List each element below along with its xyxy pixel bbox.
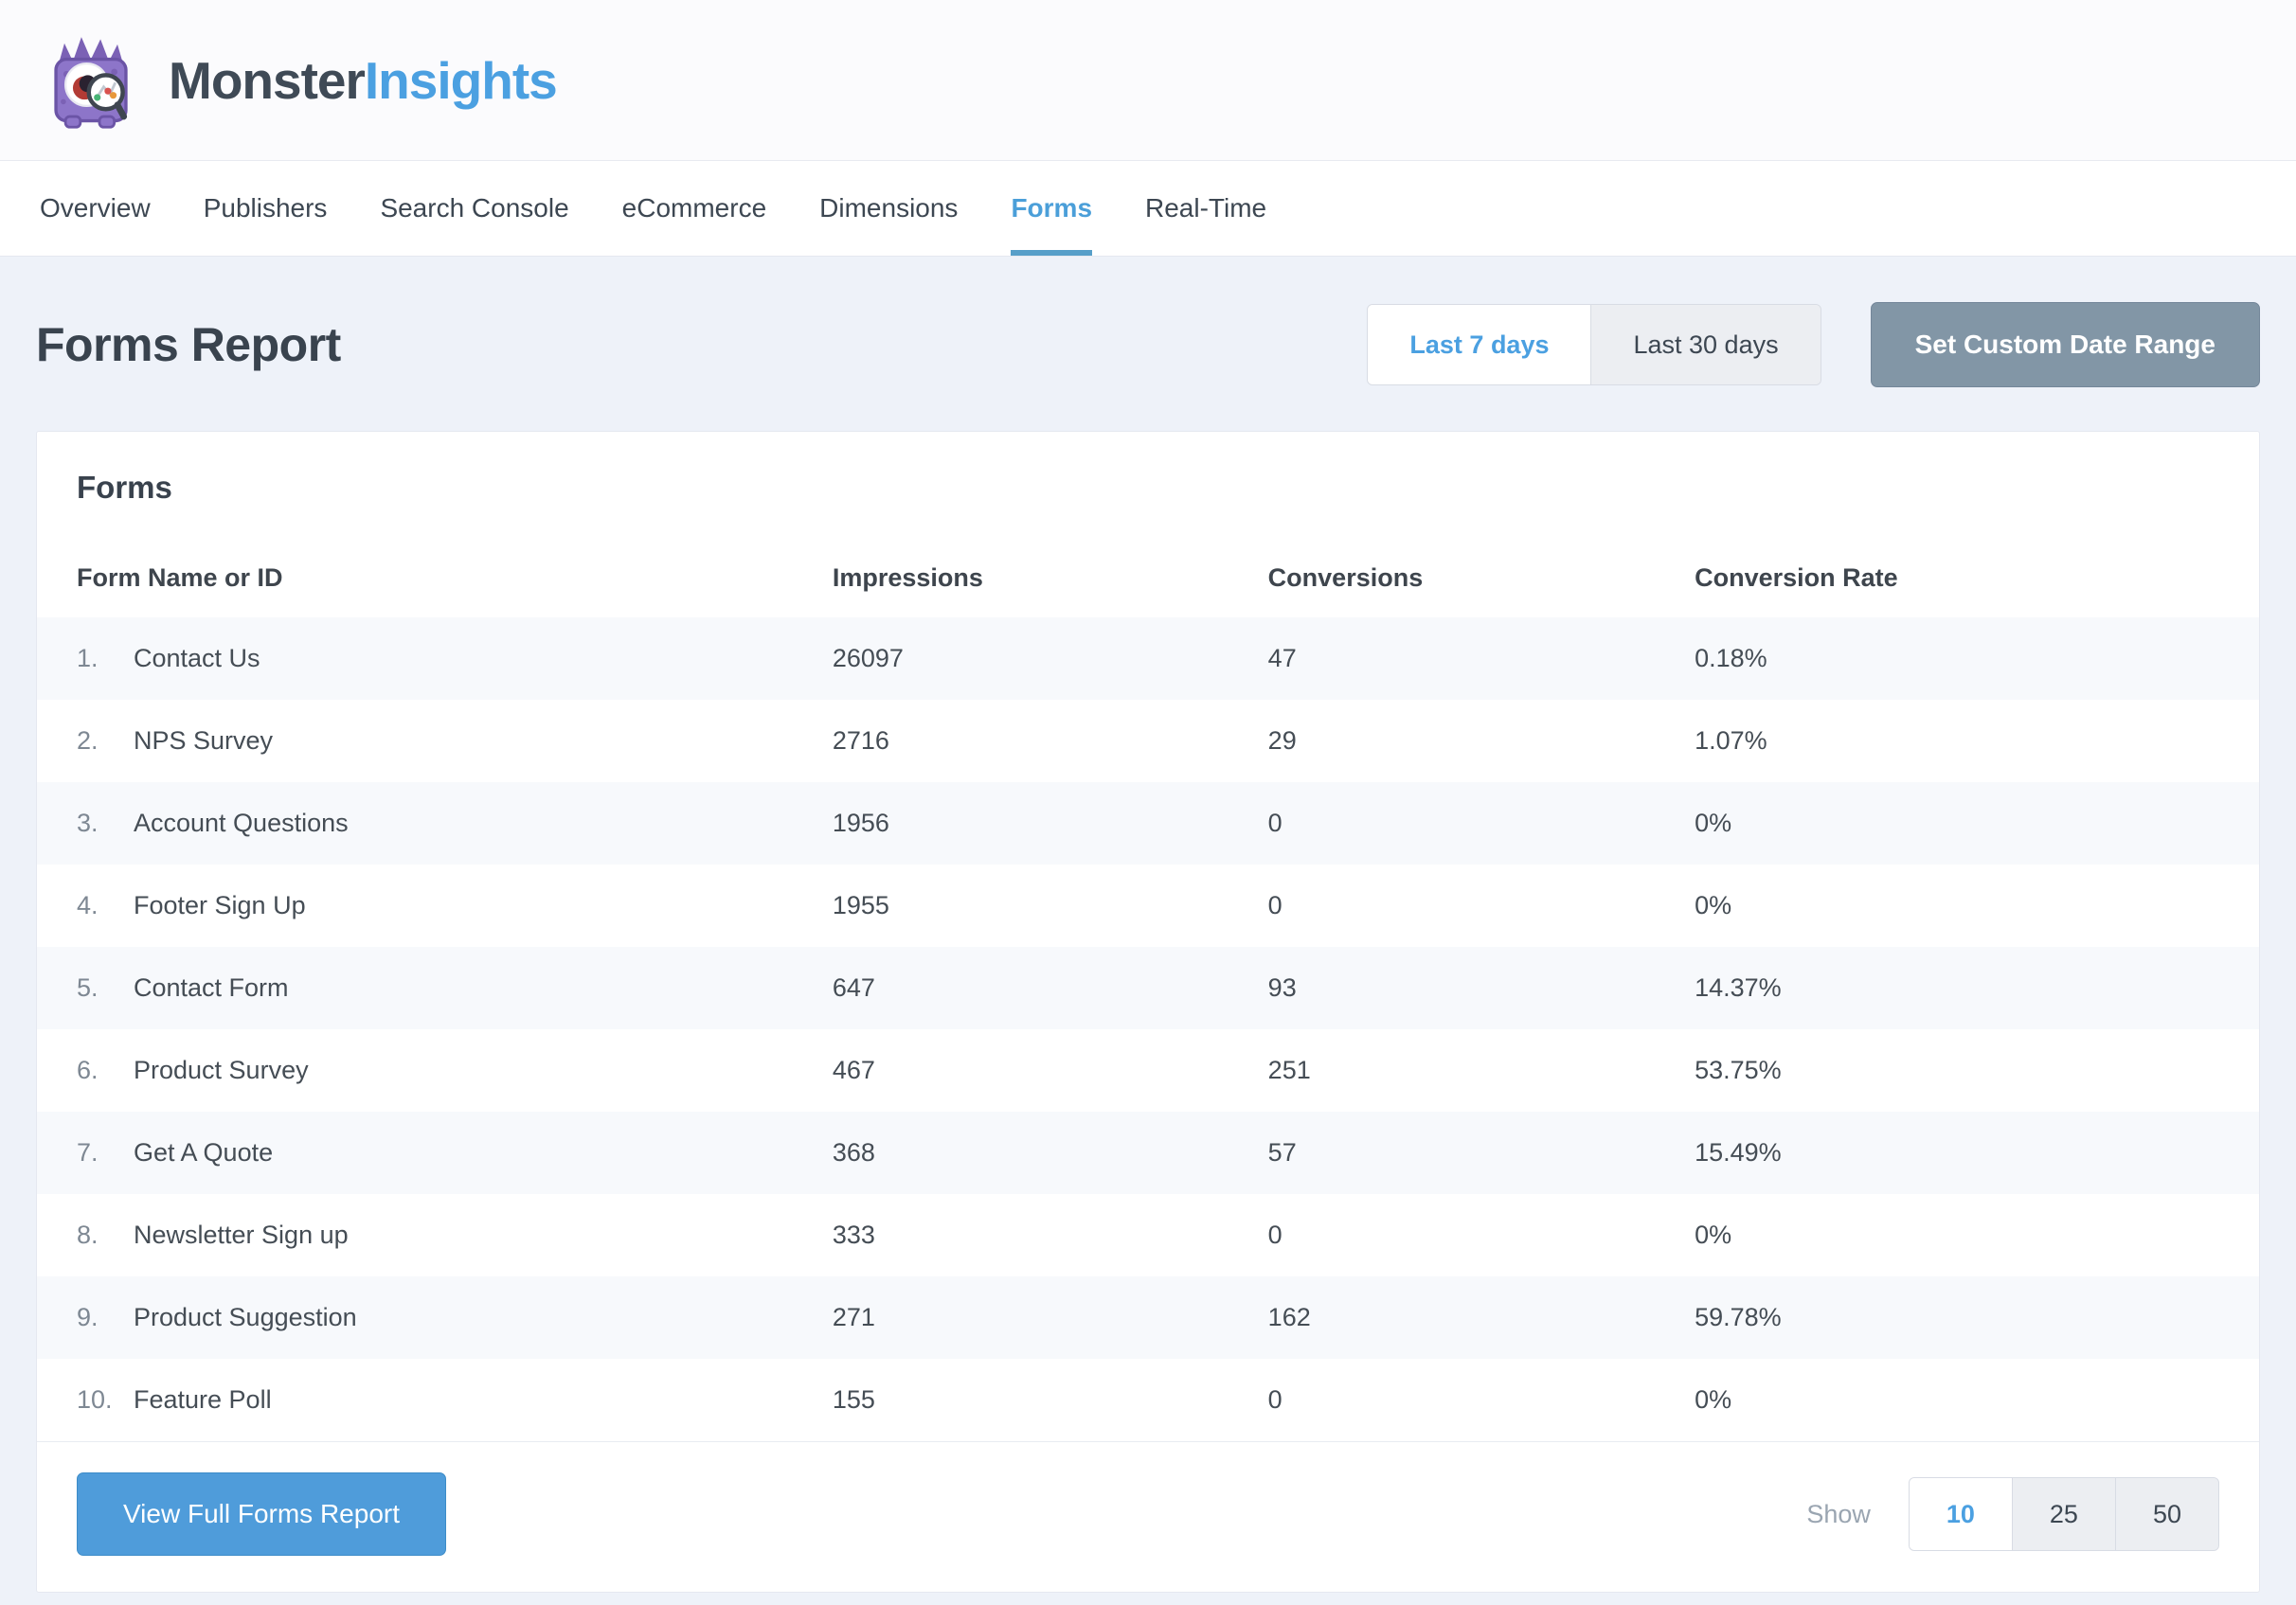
impressions-value: 271 (833, 1276, 1268, 1359)
card-footer: View Full Forms Report Show 10 25 50 (37, 1442, 2259, 1592)
row-rank: 6. (77, 1056, 134, 1085)
tab-forms[interactable]: Forms (1011, 161, 1092, 256)
row-rank: 8. (77, 1221, 134, 1250)
page-size-10-button[interactable]: 10 (1910, 1478, 2012, 1550)
table-row: 5.Contact Form 647 93 14.37% (37, 947, 2259, 1029)
form-name: Feature Poll (134, 1385, 272, 1414)
table-row: 10.Feature Poll 155 0 0% (37, 1359, 2259, 1441)
conversions-value: 47 (1268, 617, 1695, 700)
column-header-form-name: Form Name or ID (37, 538, 833, 617)
table-row: 2.NPS Survey 2716 29 1.07% (37, 700, 2259, 782)
conversion-rate-value: 53.75% (1695, 1029, 2259, 1112)
conversions-value: 57 (1268, 1112, 1695, 1194)
form-name: NPS Survey (134, 726, 273, 755)
conversion-rate-value: 15.49% (1695, 1112, 2259, 1194)
row-rank: 1. (77, 644, 134, 673)
table-row: 6.Product Survey 467 251 53.75% (37, 1029, 2259, 1112)
conversion-rate-value: 14.37% (1695, 947, 2259, 1029)
impressions-value: 2716 (833, 700, 1268, 782)
row-rank: 7. (77, 1138, 134, 1168)
row-rank: 2. (77, 726, 134, 756)
last-30-days-button[interactable]: Last 30 days (1590, 305, 1820, 384)
row-rank: 9. (77, 1303, 134, 1332)
page-size-50-button[interactable]: 50 (2115, 1478, 2218, 1550)
report-nav: Overview Publishers Search Console eComm… (0, 161, 2296, 257)
tab-publishers[interactable]: Publishers (204, 161, 328, 256)
conversion-rate-value: 0% (1695, 865, 2259, 947)
tab-overview[interactable]: Overview (40, 161, 151, 256)
impressions-value: 26097 (833, 617, 1268, 700)
form-name: Footer Sign Up (134, 891, 306, 919)
table-header-row: Form Name or ID Impressions Conversions … (37, 538, 2259, 617)
page-title: Forms Report (36, 317, 341, 372)
conversion-rate-value: 0% (1695, 1194, 2259, 1276)
table-row: 1.Contact Us 26097 47 0.18% (37, 617, 2259, 700)
monsterinsights-logo: MonsterInsights (38, 27, 557, 134)
tab-real-time[interactable]: Real-Time (1145, 161, 1266, 256)
brand-monster: Monster (169, 51, 365, 110)
conversions-value: 93 (1268, 947, 1695, 1029)
row-rank: 5. (77, 973, 134, 1003)
conversions-value: 29 (1268, 700, 1695, 782)
conversion-rate-value: 0% (1695, 1359, 2259, 1441)
form-name: Product Suggestion (134, 1303, 357, 1331)
form-name: Contact Form (134, 973, 289, 1002)
forms-table: Form Name or ID Impressions Conversions … (37, 538, 2259, 1441)
impressions-value: 647 (833, 947, 1268, 1029)
date-controls: Last 7 days Last 30 days Set Custom Date… (1367, 302, 2260, 387)
column-header-conversion-rate: Conversion Rate (1695, 538, 2259, 617)
forms-card-title: Forms (37, 432, 2259, 506)
monster-mascot-icon (38, 27, 144, 134)
conversion-rate-value: 0.18% (1695, 617, 2259, 700)
impressions-value: 333 (833, 1194, 1268, 1276)
table-row: 4.Footer Sign Up 1955 0 0% (37, 865, 2259, 947)
set-custom-date-range-button[interactable]: Set Custom Date Range (1871, 302, 2260, 387)
row-rank: 10. (77, 1385, 134, 1415)
conversions-value: 162 (1268, 1276, 1695, 1359)
impressions-value: 368 (833, 1112, 1268, 1194)
show-label: Show (1806, 1500, 1871, 1529)
form-name: Get A Quote (134, 1138, 273, 1167)
row-rank: 4. (77, 891, 134, 920)
page-size-controls: Show 10 25 50 (1806, 1477, 2219, 1551)
impressions-value: 1956 (833, 782, 1268, 865)
table-row: 8.Newsletter Sign up 333 0 0% (37, 1194, 2259, 1276)
site-header: MonsterInsights (0, 0, 2296, 161)
impressions-value: 467 (833, 1029, 1268, 1112)
conversions-value: 0 (1268, 865, 1695, 947)
form-name: Contact Us (134, 644, 260, 672)
page-size-25-button[interactable]: 25 (2012, 1478, 2115, 1550)
form-name: Product Survey (134, 1056, 309, 1084)
row-rank: 3. (77, 809, 134, 838)
conversions-value: 0 (1268, 782, 1695, 865)
conversion-rate-value: 59.78% (1695, 1276, 2259, 1359)
page-head: Forms Report Last 7 days Last 30 days Se… (36, 302, 2260, 387)
impressions-value: 155 (833, 1359, 1268, 1441)
form-name: Newsletter Sign up (134, 1221, 349, 1249)
tab-search-console[interactable]: Search Console (380, 161, 568, 256)
conversion-rate-value: 1.07% (1695, 700, 2259, 782)
column-header-impressions: Impressions (833, 538, 1268, 617)
tab-ecommerce[interactable]: eCommerce (622, 161, 766, 256)
view-full-forms-report-button[interactable]: View Full Forms Report (77, 1472, 446, 1556)
table-row: 3.Account Questions 1956 0 0% (37, 782, 2259, 865)
table-row: 9.Product Suggestion 271 162 59.78% (37, 1276, 2259, 1359)
report-content: Forms Report Last 7 days Last 30 days Se… (0, 302, 2296, 1593)
last-7-days-button[interactable]: Last 7 days (1368, 305, 1590, 384)
column-header-conversions: Conversions (1268, 538, 1695, 617)
table-row: 7.Get A Quote 368 57 15.49% (37, 1112, 2259, 1194)
brand-name: MonsterInsights (169, 50, 557, 111)
conversions-value: 251 (1268, 1029, 1695, 1112)
form-name: Account Questions (134, 809, 349, 837)
date-range-toggle: Last 7 days Last 30 days (1367, 304, 1821, 385)
conversions-value: 0 (1268, 1359, 1695, 1441)
forms-card: Forms Form Name or ID Impressions Conver… (36, 431, 2260, 1593)
tab-dimensions[interactable]: Dimensions (819, 161, 958, 256)
conversion-rate-value: 0% (1695, 782, 2259, 865)
brand-insights: Insights (365, 51, 557, 110)
conversions-value: 0 (1268, 1194, 1695, 1276)
impressions-value: 1955 (833, 865, 1268, 947)
page-size-toggle: 10 25 50 (1909, 1477, 2219, 1551)
